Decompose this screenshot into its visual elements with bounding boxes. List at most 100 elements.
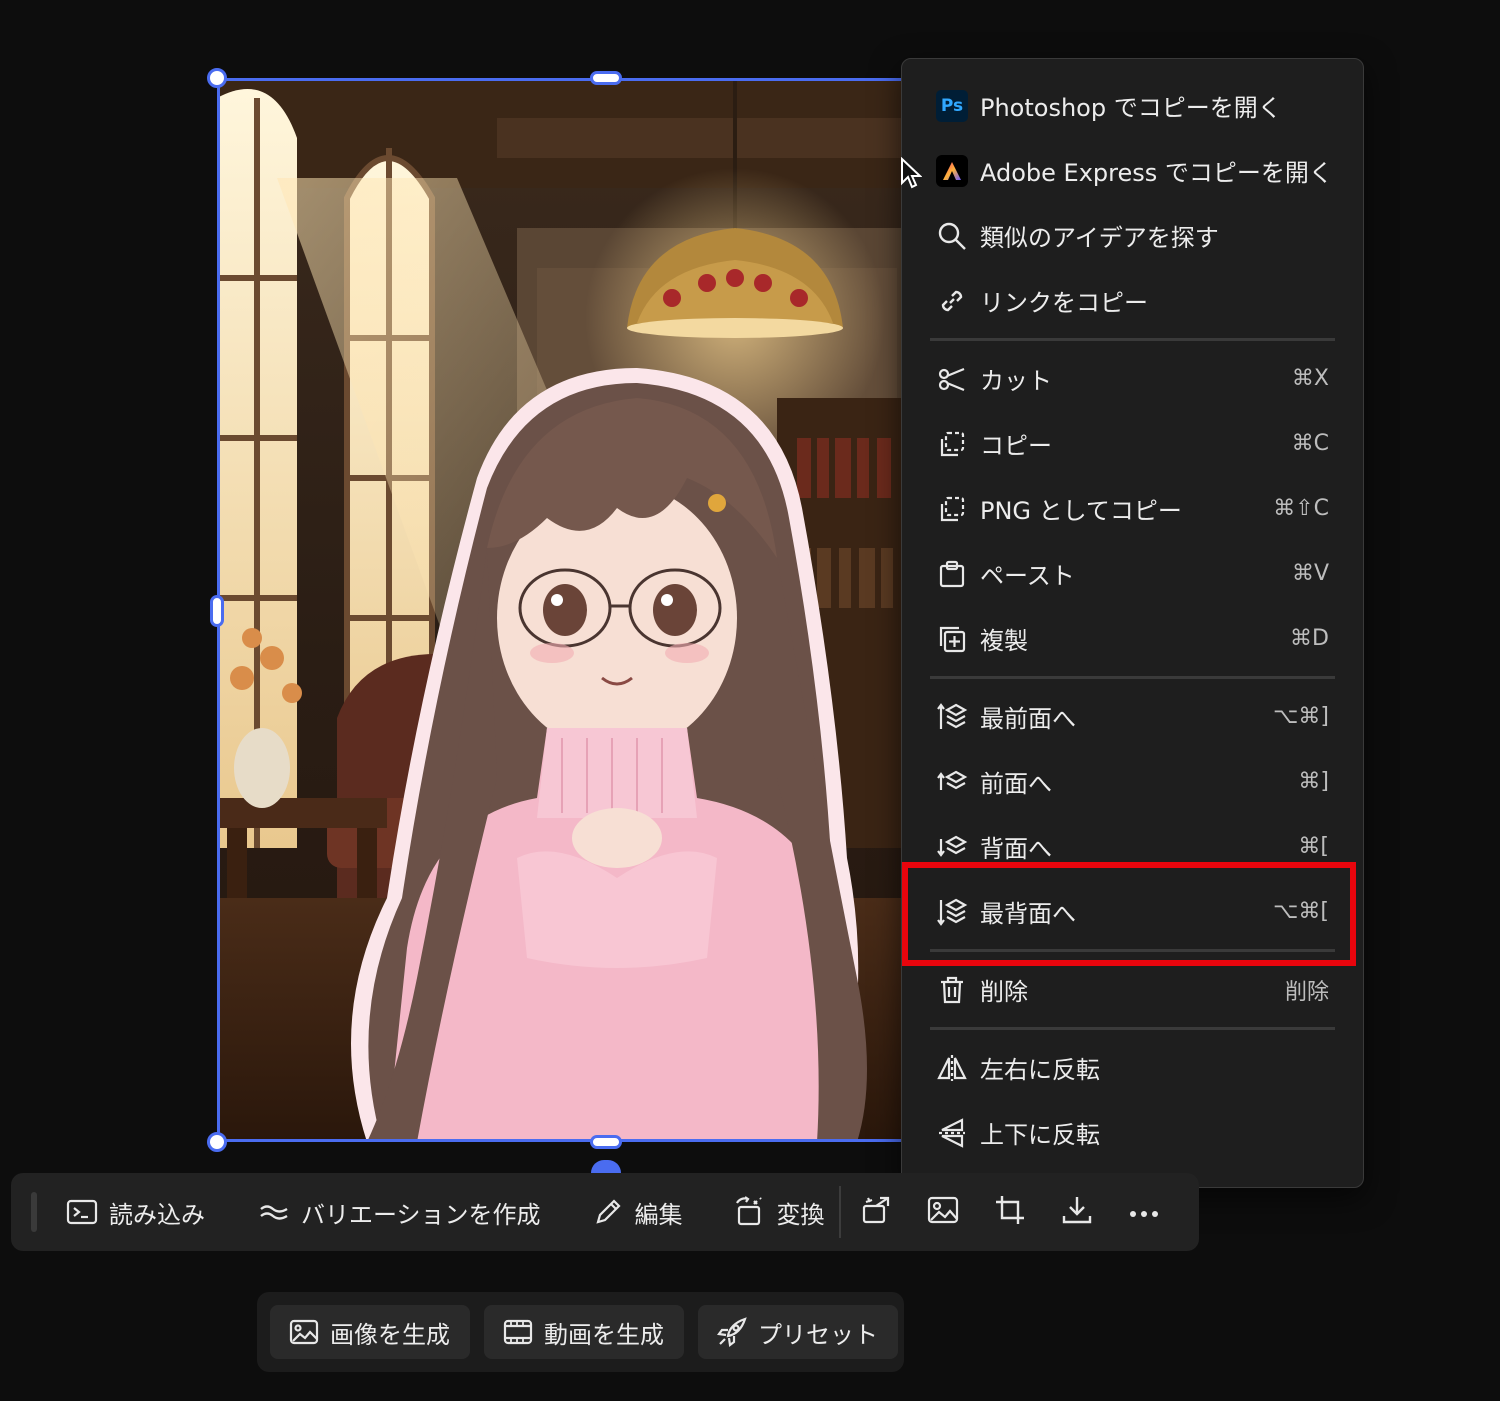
- menu-item-copy[interactable]: コピー ⌘C: [902, 411, 1363, 476]
- menu-item-label: ペースト: [980, 562, 1075, 590]
- more-icon: [1129, 1203, 1159, 1222]
- image-icon: [288, 1316, 320, 1348]
- resize-handle-bottom-left[interactable]: [207, 1132, 227, 1152]
- shortcut-label: ⌥⌘]: [1273, 704, 1329, 729]
- illustration: [217, 78, 917, 1142]
- canvas-image[interactable]: [217, 78, 917, 1142]
- import-label: 読み込み: [109, 1200, 205, 1229]
- search-icon: [936, 220, 968, 252]
- menu-item-label: 背面へ: [980, 835, 1052, 863]
- menu-item-send-to-back[interactable]: 最背面へ ⌥⌘[: [902, 879, 1363, 944]
- menu-item-delete[interactable]: 削除 削除: [902, 957, 1363, 1022]
- context-menu: Ps Photoshop でコピーを開く Adobe Express でコピーを…: [901, 58, 1364, 1188]
- rocket-icon: [716, 1316, 748, 1348]
- generate-video-label: 動画を生成: [544, 1320, 664, 1349]
- paste-icon: [936, 558, 968, 590]
- generative-expand-button[interactable]: [859, 1195, 893, 1229]
- menu-item-label: 類似のアイデアを探す: [980, 224, 1219, 252]
- convert-icon: [733, 1195, 767, 1229]
- copy-png-icon: [936, 493, 968, 525]
- resize-handle-left[interactable]: [210, 595, 224, 627]
- pencil-icon: [591, 1195, 625, 1229]
- resize-handle-top-left[interactable]: [207, 68, 227, 88]
- edit-button[interactable]: 編集: [591, 1182, 683, 1242]
- image-icon: [927, 1195, 959, 1229]
- menu-item-send-backward[interactable]: 背面へ ⌘[: [902, 814, 1363, 879]
- send-to-back-icon: [936, 896, 968, 928]
- crop-button[interactable]: [993, 1195, 1027, 1229]
- menu-item-label: 上下に反転: [980, 1121, 1100, 1149]
- menu-separator: [930, 1027, 1335, 1030]
- menu-item-flip-horizontal[interactable]: 左右に反転: [902, 1035, 1363, 1100]
- menu-item-label: リンクをコピー: [980, 289, 1148, 317]
- mouse-cursor-icon: [901, 157, 922, 189]
- shortcut-label: ⌥⌘[: [1273, 899, 1329, 924]
- menu-separator: [930, 949, 1335, 952]
- menu-item-bring-forward[interactable]: 前面へ ⌘]: [902, 749, 1363, 814]
- import-button[interactable]: 読み込み: [65, 1182, 205, 1242]
- bring-to-front-icon: [936, 701, 968, 733]
- create-variations-label: バリエーションを作成: [301, 1200, 541, 1229]
- menu-item-label: 前面へ: [980, 770, 1052, 798]
- menu-item-bring-to-front[interactable]: 最前面へ ⌥⌘]: [902, 684, 1363, 749]
- menu-item-paste[interactable]: ペースト ⌘V: [902, 541, 1363, 606]
- link-icon: [936, 285, 968, 317]
- menu-item-flip-vertical[interactable]: 上下に反転: [902, 1100, 1363, 1165]
- drag-handle[interactable]: [31, 1192, 37, 1232]
- convert-label: 変換: [776, 1200, 825, 1229]
- download-icon: [1061, 1194, 1093, 1230]
- generate-bar: 画像を生成 動画を生成 プリセット: [257, 1292, 904, 1372]
- variation-icon: [257, 1195, 291, 1229]
- menu-item-label: Adobe Express でコピーを開く: [980, 159, 1333, 187]
- flip-horizontal-icon: [936, 1052, 968, 1084]
- adobe-express-icon: [936, 154, 968, 187]
- bring-forward-icon: [936, 766, 968, 798]
- menu-item-find-similar[interactable]: 類似のアイデアを探す: [902, 203, 1363, 268]
- trash-icon: [936, 974, 968, 1006]
- shortcut-label: ⌘X: [1291, 366, 1329, 391]
- shortcut-label: ⌘[: [1298, 834, 1329, 859]
- menu-separator: [930, 676, 1335, 679]
- copy-icon: [936, 428, 968, 460]
- photoshop-icon: Ps: [936, 89, 968, 122]
- toolbar-divider: [838, 1186, 841, 1238]
- magic-expand-icon: [860, 1194, 892, 1230]
- send-backward-icon: [936, 831, 968, 863]
- generate-video-button[interactable]: 動画を生成: [484, 1305, 684, 1359]
- convert-button[interactable]: 変換: [733, 1182, 825, 1242]
- presets-button[interactable]: プリセット: [698, 1305, 898, 1359]
- film-icon: [502, 1316, 534, 1348]
- menu-item-label: PNG としてコピー: [980, 497, 1182, 525]
- menu-item-duplicate[interactable]: 複製 ⌘D: [902, 606, 1363, 671]
- shortcut-label: ⌘⇧C: [1273, 496, 1329, 521]
- image-button[interactable]: [926, 1195, 960, 1229]
- scissors-icon: [936, 363, 968, 395]
- rotate-handle[interactable]: [591, 1160, 621, 1173]
- menu-item-label: 最前面へ: [980, 705, 1076, 733]
- menu-item-open-in-photoshop[interactable]: Ps Photoshop でコピーを開く: [902, 73, 1363, 138]
- more-options-button[interactable]: [1127, 1195, 1161, 1229]
- edit-label: 編集: [634, 1200, 683, 1229]
- presets-label: プリセット: [758, 1320, 878, 1349]
- resize-handle-top[interactable]: [590, 71, 622, 85]
- menu-item-label: Photoshop でコピーを開く: [980, 94, 1282, 122]
- download-button[interactable]: [1060, 1195, 1094, 1229]
- generate-image-label: 画像を生成: [330, 1320, 450, 1349]
- shortcut-label: 削除: [1284, 979, 1329, 1005]
- menu-item-label: 最背面へ: [980, 900, 1076, 928]
- resize-handle-bottom[interactable]: [590, 1135, 622, 1149]
- shortcut-label: ⌘D: [1290, 626, 1329, 651]
- generate-image-button[interactable]: 画像を生成: [270, 1305, 470, 1359]
- crop-icon: [994, 1194, 1026, 1230]
- create-variations-button[interactable]: バリエーションを作成: [257, 1182, 541, 1242]
- menu-item-label: 削除: [980, 978, 1028, 1006]
- menu-item-open-in-adobe-express[interactable]: Adobe Express でコピーを開く: [902, 138, 1363, 203]
- duplicate-icon: [936, 623, 968, 655]
- menu-item-copy-link[interactable]: リンクをコピー: [902, 268, 1363, 333]
- menu-item-copy-as-png[interactable]: PNG としてコピー ⌘⇧C: [902, 476, 1363, 541]
- menu-item-label: 複製: [980, 627, 1028, 655]
- menu-item-label: 左右に反転: [980, 1056, 1100, 1084]
- menu-separator: [930, 338, 1335, 341]
- menu-item-cut[interactable]: カット ⌘X: [902, 346, 1363, 411]
- shortcut-label: ⌘C: [1291, 431, 1329, 456]
